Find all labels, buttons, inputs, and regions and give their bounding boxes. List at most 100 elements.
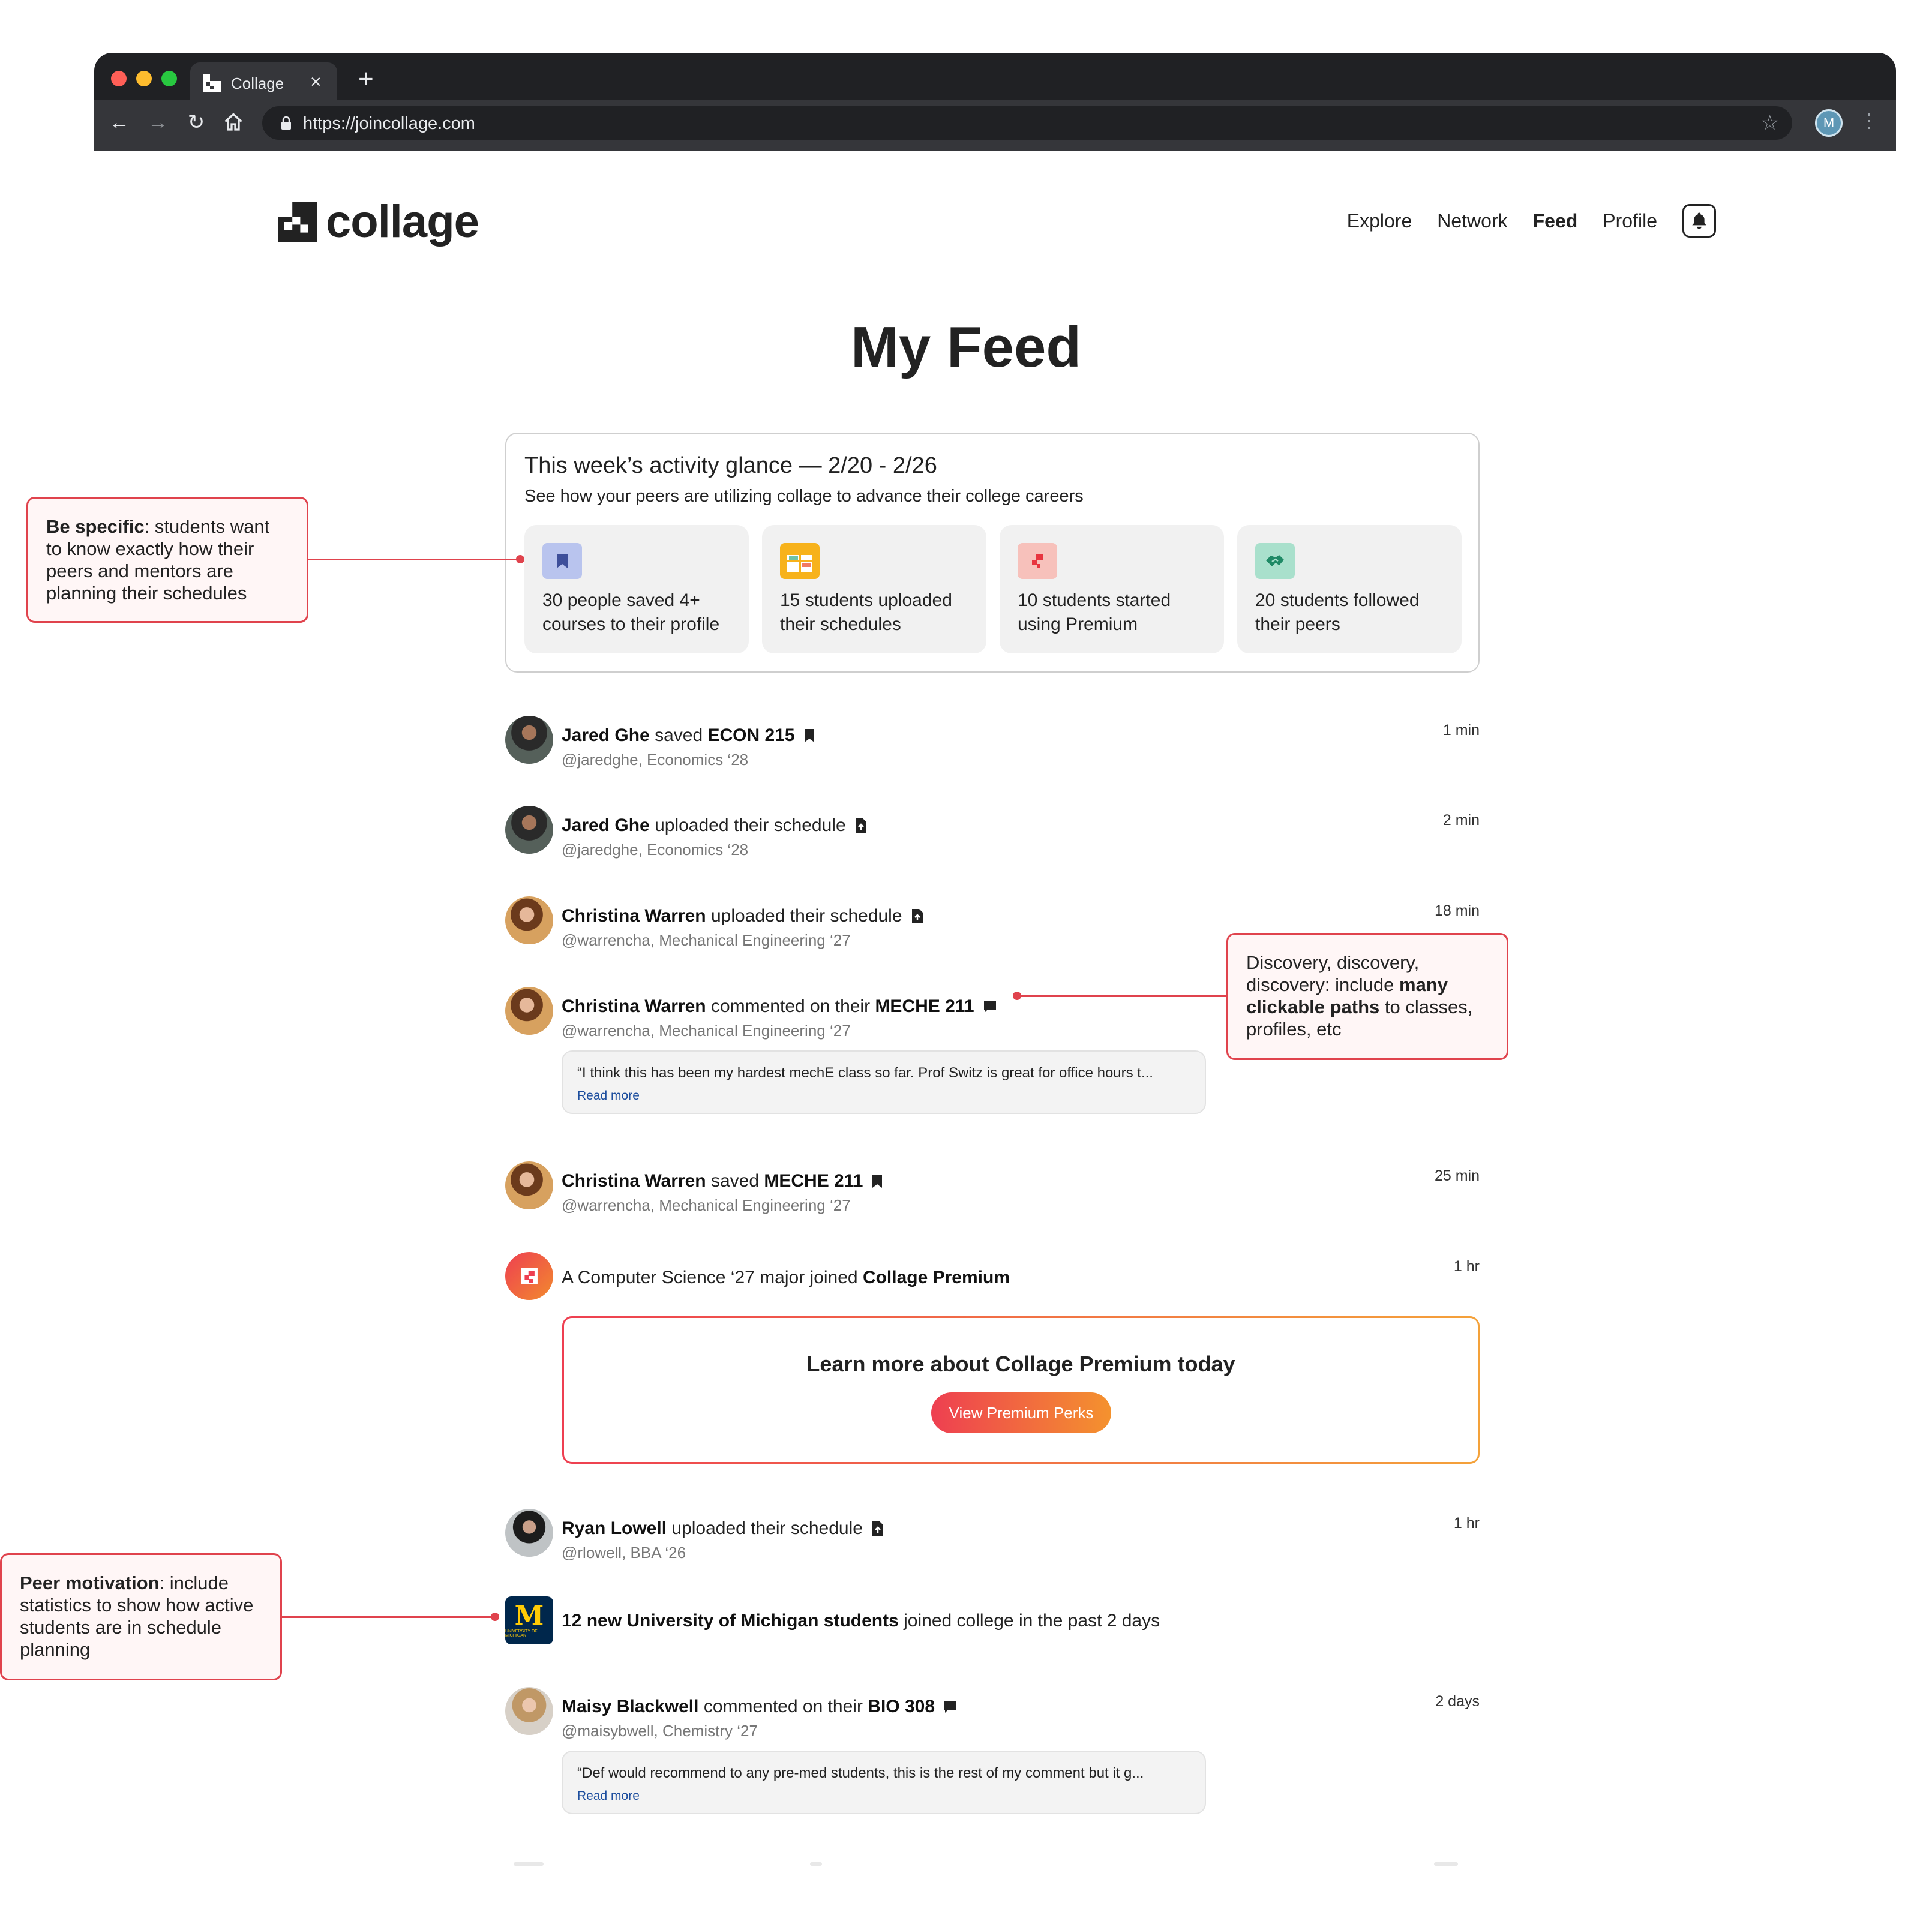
premium-link[interactable]: Collage Premium bbox=[863, 1268, 1010, 1288]
timestamp: 2 min bbox=[1442, 812, 1480, 829]
user-handle: @maisybwell, Chemistry ‘27 bbox=[562, 1722, 758, 1740]
file-upload-icon bbox=[871, 1520, 884, 1537]
lock-icon bbox=[281, 116, 291, 130]
action-text: A Computer Science ‘27 major joined bbox=[562, 1268, 858, 1287]
feed-item: Jared Ghe uploaded their schedule @jared… bbox=[505, 806, 1480, 860]
avatar[interactable] bbox=[505, 806, 553, 854]
avatar[interactable] bbox=[505, 1687, 553, 1735]
course-link[interactable]: MECHE 211 bbox=[875, 996, 974, 1017]
collage-logo[interactable]: collage bbox=[278, 196, 479, 248]
action-text: saved bbox=[710, 1171, 760, 1191]
address-bar[interactable]: https://joincollage.com ☆ bbox=[262, 106, 1792, 140]
feed-item: A Computer Science ‘27 major joined Coll… bbox=[505, 1252, 1480, 1306]
annotation-connector bbox=[308, 559, 520, 560]
file-upload-icon bbox=[854, 817, 868, 834]
annotation-be-specific: Be specific: students want to know exact… bbox=[26, 497, 308, 623]
annotation-connector bbox=[1018, 995, 1226, 997]
collage-premium-avatar bbox=[505, 1252, 553, 1300]
stat-card-uploaded-schedules[interactable]: 15 students uploaded their schedules bbox=[762, 525, 986, 653]
user-name-link[interactable]: Christina Warren bbox=[562, 906, 706, 926]
stat-text: 15 students uploaded their schedules bbox=[780, 590, 952, 634]
new-tab-button[interactable]: + bbox=[358, 66, 374, 92]
avatar[interactable] bbox=[505, 1161, 553, 1209]
bookmark-icon bbox=[803, 728, 815, 743]
nav-explore[interactable]: Explore bbox=[1347, 210, 1412, 232]
feed-item: M UNIVERSITY OF MICHIGAN 12 new Universi… bbox=[505, 1596, 1480, 1650]
stat-text: 30 people saved 4+ courses to their prof… bbox=[542, 590, 720, 634]
tab-title: Collage bbox=[231, 74, 284, 92]
bookmark-icon bbox=[542, 543, 582, 579]
view-premium-perks-button[interactable]: View Premium Perks bbox=[931, 1392, 1111, 1433]
course-link[interactable]: BIO 308 bbox=[868, 1697, 935, 1717]
page-title: My Feed bbox=[850, 315, 1082, 379]
back-arrow-icon[interactable]: ← bbox=[107, 110, 131, 134]
stat-text: 10 students started using Premium bbox=[1018, 590, 1171, 634]
course-link[interactable]: MECHE 211 bbox=[764, 1171, 863, 1191]
minimize-window-button[interactable] bbox=[136, 71, 152, 86]
user-name-link[interactable]: Maisy Blackwell bbox=[562, 1697, 698, 1717]
timestamp: 1 hr bbox=[1453, 1258, 1480, 1275]
university-link[interactable]: 12 new University of Michigan students bbox=[562, 1611, 899, 1631]
feed-item: Ryan Lowell uploaded their schedule @rlo… bbox=[505, 1509, 1480, 1563]
stat-card-followed-peers[interactable]: 20 students followed their peers bbox=[1237, 525, 1462, 653]
comment-text: “I think this has been my hardest mechE … bbox=[577, 1065, 1153, 1081]
comment-icon bbox=[983, 999, 997, 1014]
premium-icon bbox=[1018, 543, 1057, 579]
browser-window: Collage × + ← → ↻ https://joincollage.co… bbox=[94, 53, 1896, 151]
bookmark-star-icon[interactable]: ☆ bbox=[1761, 111, 1779, 135]
read-more-link[interactable]: Read more bbox=[577, 1789, 640, 1803]
user-handle: @warrencha, Mechanical Engineering ‘27 bbox=[562, 1022, 851, 1040]
file-upload-icon bbox=[911, 908, 924, 925]
nav-feed[interactable]: Feed bbox=[1533, 210, 1578, 232]
nav-network[interactable]: Network bbox=[1437, 210, 1507, 232]
action-text: saved bbox=[655, 725, 703, 745]
annotation-connector bbox=[282, 1616, 498, 1618]
annotation-dot bbox=[516, 555, 524, 563]
comment-preview[interactable]: “Def would recommend to any pre-med stud… bbox=[562, 1751, 1206, 1814]
bookmark-icon bbox=[871, 1173, 883, 1189]
user-name-link[interactable]: Christina Warren bbox=[562, 996, 706, 1017]
read-more-link[interactable]: Read more bbox=[577, 1089, 640, 1103]
stat-card-saved-courses[interactable]: 30 people saved 4+ courses to their prof… bbox=[524, 525, 749, 653]
feed-item: Jared Ghe saved ECON 215 @jaredghe, Econ… bbox=[505, 716, 1480, 770]
notifications-button[interactable] bbox=[1682, 204, 1716, 238]
action-text: joined college in the past 2 days bbox=[904, 1611, 1160, 1631]
stat-card-premium[interactable]: 10 students started using Premium bbox=[1000, 525, 1224, 653]
stat-text: 20 students followed their peers bbox=[1255, 590, 1420, 634]
action-text: commented on their bbox=[710, 996, 871, 1016]
timestamp: 1 hr bbox=[1453, 1515, 1480, 1532]
avatar[interactable] bbox=[505, 987, 553, 1035]
close-tab-icon[interactable]: × bbox=[310, 71, 322, 93]
action-text: uploaded their schedule bbox=[710, 906, 902, 926]
browser-tab[interactable]: Collage × bbox=[190, 62, 337, 100]
avatar[interactable] bbox=[505, 1509, 553, 1557]
university-of-michigan-logo[interactable]: M UNIVERSITY OF MICHIGAN bbox=[505, 1596, 553, 1644]
user-name-link[interactable]: Jared Ghe bbox=[562, 815, 650, 836]
action-text: uploaded their schedule bbox=[655, 815, 846, 835]
browser-profile-avatar[interactable]: M bbox=[1815, 109, 1843, 137]
user-name-link[interactable]: Jared Ghe bbox=[562, 725, 650, 746]
collage-favicon-icon bbox=[203, 74, 221, 92]
comment-text: “Def would recommend to any pre-med stud… bbox=[577, 1765, 1144, 1781]
maximize-window-button[interactable] bbox=[161, 71, 177, 86]
nav-profile[interactable]: Profile bbox=[1603, 210, 1657, 232]
timestamp: 18 min bbox=[1434, 902, 1480, 919]
main-nav: Explore Network Feed Profile bbox=[1347, 204, 1716, 238]
timestamp: 1 min bbox=[1442, 722, 1480, 739]
user-name-link[interactable]: Christina Warren bbox=[562, 1171, 706, 1191]
home-icon[interactable] bbox=[223, 112, 244, 133]
avatar[interactable] bbox=[505, 896, 553, 944]
browser-menu-icon[interactable]: ⋮ bbox=[1859, 109, 1879, 132]
comment-icon bbox=[943, 1700, 958, 1714]
user-name-link[interactable]: Ryan Lowell bbox=[562, 1518, 667, 1539]
reload-icon[interactable]: ↻ bbox=[184, 110, 208, 134]
forward-arrow-icon[interactable]: → bbox=[146, 110, 170, 134]
comment-preview[interactable]: “I think this has been my hardest mechE … bbox=[562, 1050, 1206, 1114]
avatar[interactable] bbox=[505, 716, 553, 764]
browser-toolbar: ← → ↻ https://joincollage.com ☆ M ⋮ bbox=[94, 100, 1896, 151]
user-handle: @warrencha, Mechanical Engineering ‘27 bbox=[562, 931, 851, 949]
url-text: https://joincollage.com bbox=[303, 114, 475, 133]
user-handle: @rlowell, BBA ‘26 bbox=[562, 1544, 686, 1562]
course-link[interactable]: ECON 215 bbox=[707, 725, 794, 746]
close-window-button[interactable] bbox=[111, 71, 127, 86]
